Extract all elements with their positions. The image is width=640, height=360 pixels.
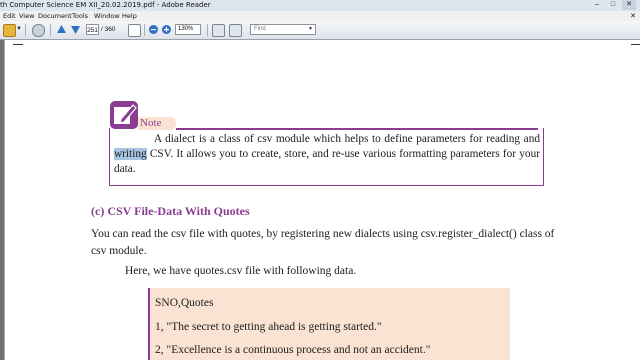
minimize-button[interactable]: – (590, 0, 604, 10)
toolbar-separator (144, 24, 145, 36)
toolbar-separator (50, 24, 51, 36)
next-page-icon[interactable] (70, 24, 81, 35)
selected-text: writing (114, 148, 147, 160)
menu-help[interactable]: Help (122, 11, 137, 21)
document-page: Note A dialect is a class of csv module … (5, 40, 640, 360)
zoom-in-icon[interactable] (161, 24, 172, 35)
select-tool-icon[interactable] (128, 24, 141, 37)
maximize-button[interactable]: □ (606, 0, 620, 10)
share-icon[interactable] (32, 24, 45, 37)
dropdown-arrow-icon[interactable]: ▼ (16, 24, 22, 35)
zoom-level-value: 130% (178, 26, 194, 32)
section-heading: (c) CSV File-Data With Quotes (91, 204, 250, 218)
code-line[interactable]: 2, "Excellence is a continuous process a… (155, 343, 430, 358)
close-button[interactable]: ✕ (622, 0, 636, 10)
note-text-part2: CSV. It allows you to create, store, and… (114, 148, 540, 175)
navigation-pane-edge (0, 40, 4, 360)
paragraph-csv-quotes[interactable]: You can read the csv file with quotes, b… (91, 226, 571, 260)
pencil-note-icon (110, 101, 138, 129)
menu-document[interactable]: Document (38, 11, 72, 21)
page-number-input[interactable]: 251 (86, 24, 99, 35)
find-placeholder: Find (254, 26, 266, 32)
zoom-out-icon[interactable] (148, 24, 159, 35)
document-close-button[interactable]: ✕ (630, 11, 636, 21)
zoom-level-select[interactable]: 130% (175, 24, 201, 35)
page-rule-right (631, 44, 640, 45)
find-dropdown-icon[interactable]: ▼ (308, 25, 313, 34)
toolbar-separator (207, 24, 208, 36)
menu-bar: Edit View Document Tools Window Help ✕ (0, 11, 640, 21)
toolbar: ▼ 251 / 360 130% Find ▼ (0, 21, 640, 40)
menu-edit[interactable]: Edit (3, 11, 16, 21)
window-title: th Computer Science EM XII_20.02.2019.pd… (0, 1, 211, 9)
print-icon[interactable] (3, 24, 16, 37)
find-input[interactable]: Find ▼ (250, 24, 316, 35)
menu-view[interactable]: View (19, 11, 34, 21)
note-text[interactable]: A dialect is a class of csv module which… (114, 132, 540, 177)
note-label: Note (140, 117, 162, 129)
note-text-part1: A dialect is a class of csv module which… (154, 133, 540, 145)
toolbar-separator (25, 24, 26, 36)
fit-page-icon[interactable] (212, 24, 225, 37)
code-line[interactable]: 1, "The secret to getting ahead is getti… (155, 320, 382, 335)
page-total: / 360 (101, 26, 116, 33)
menu-tools[interactable]: Tools (72, 11, 88, 21)
paragraph-quotes-file[interactable]: Here, we have quotes.csv file with follo… (125, 263, 356, 280)
menu-window[interactable]: Window (94, 11, 120, 21)
code-line[interactable]: SNO,Quotes (155, 296, 213, 311)
previous-page-icon[interactable] (56, 24, 67, 35)
fit-width-icon[interactable] (229, 24, 242, 37)
page-rule-left (13, 44, 23, 45)
